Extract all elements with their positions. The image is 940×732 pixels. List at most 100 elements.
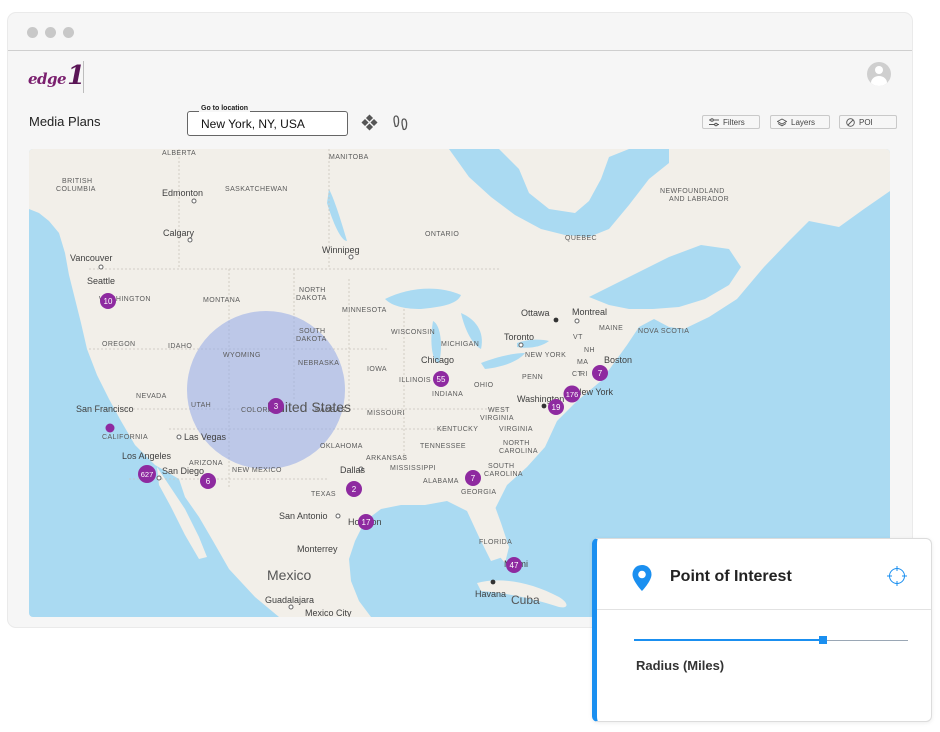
map-label-texas: TEXAS	[311, 491, 336, 498]
page-title: Media Plans	[29, 114, 101, 129]
window-minimize-dot[interactable]	[45, 27, 56, 38]
map-label-montreal: Montreal	[572, 307, 607, 317]
map-label-nebraska: NEBRASKA	[298, 360, 339, 367]
map-label-south-carolina-2: CAROLINA	[484, 471, 523, 478]
map-label-ottawa: Ottawa	[521, 308, 550, 318]
cluster-count: 6	[206, 477, 211, 486]
layers-label: Layers	[791, 117, 816, 127]
cluster-tool-icon[interactable]	[361, 114, 379, 132]
layers-button[interactable]: Layers	[770, 115, 830, 129]
map-label-iowa: IOWA	[367, 366, 387, 373]
cluster-count: 7	[471, 474, 476, 483]
logo-text: edge	[28, 70, 67, 88]
cluster-marker-philadelphia[interactable]: 19	[548, 399, 564, 415]
poi-label: POI	[859, 117, 873, 127]
poi-marker-san-francisco[interactable]	[105, 423, 115, 433]
map-label-new-york: New York	[575, 387, 614, 397]
cluster-marker-new-york[interactable]: 176	[563, 385, 581, 403]
map-label-tennessee: TENNESSEE	[420, 443, 466, 450]
map-label-las-vegas: Las Vegas	[184, 432, 227, 442]
map-label-kentucky: KENTUCKY	[437, 426, 478, 433]
window-close-dot[interactable]	[27, 27, 38, 38]
map-label-utah: UTAH	[191, 402, 211, 409]
map-label-indiana: INDIANA	[432, 391, 463, 398]
map-label-san-diego: San Diego	[162, 466, 204, 476]
map-label-ma: MA	[577, 359, 588, 366]
map-label-chicago: Chicago	[421, 355, 454, 365]
map-label-mexico-city: Mexico City	[305, 608, 352, 617]
map-label-british-2: COLUMBIA	[56, 186, 96, 193]
radius-slider-thumb[interactable]	[819, 636, 827, 644]
map-label-winnipeg: Winnipeg	[322, 245, 360, 255]
user-avatar-icon[interactable]	[867, 62, 891, 86]
map-label-maine: MAINE	[599, 325, 623, 332]
cluster-marker-dallas[interactable]: 2	[346, 481, 362, 497]
cluster-count: 55	[437, 375, 446, 384]
map-label-south-carolina-1: SOUTH	[488, 463, 515, 470]
map-label-dallas: Dallas	[340, 465, 366, 475]
map-label-manitoba: MANITOBA	[329, 154, 369, 161]
map-label-boston: Boston	[604, 355, 632, 365]
cluster-count: 176	[566, 390, 579, 399]
cluster-marker-boston[interactable]: 7	[592, 365, 608, 381]
map-label-florida: FLORIDA	[479, 539, 512, 546]
map-label-wyoming: WYOMING	[223, 352, 261, 359]
map-label-montana: MONTANA	[203, 297, 240, 304]
go-to-location-input[interactable]: Go to location New York, NY, USA	[187, 105, 348, 136]
map-label-havana: Havana	[475, 589, 506, 599]
cluster-marker-seattle[interactable]: 10	[100, 293, 116, 309]
layers-icon	[777, 117, 787, 126]
cluster-marker-colorado[interactable]: 3	[268, 398, 284, 414]
filters-label: Filters	[723, 117, 745, 127]
cluster-count: 17	[362, 518, 371, 527]
map-label-mexico: Mexico	[267, 567, 312, 583]
map-label-ontario: ONTARIO	[425, 231, 459, 238]
cluster-marker-houston[interactable]: 17	[358, 514, 374, 530]
cluster-count: 7	[598, 369, 603, 378]
map-label-nevada: NEVADA	[136, 393, 167, 400]
cluster-count: 2	[352, 485, 357, 494]
map-label-arkansas: ARKANSAS	[366, 455, 407, 462]
map-label-nh: NH	[584, 347, 595, 354]
map-label-seattle: Seattle	[87, 276, 115, 286]
poi-title: Point of Interest	[670, 568, 792, 585]
edge1-logo[interactable]: edge1	[28, 61, 85, 91]
radius-label: Radius (Miles)	[636, 658, 725, 673]
map-label-cuba: Cuba	[511, 593, 540, 607]
map-label-mississippi: MISSISSIPPI	[390, 465, 436, 472]
map-label-los-angeles: Los Angeles	[122, 451, 172, 461]
map-label-illinois: ILLINOIS	[399, 377, 431, 384]
map-label-ohio: OHIO	[474, 382, 494, 389]
filters-button[interactable]: Filters	[702, 115, 760, 129]
cluster-count: 3	[274, 402, 279, 411]
footprints-icon[interactable]	[392, 114, 410, 132]
location-legend: Go to location	[199, 105, 251, 112]
title-bar	[8, 13, 912, 51]
cluster-marker-chicago[interactable]: 55	[433, 371, 449, 387]
cluster-count: 47	[510, 561, 519, 570]
cluster-count: 10	[104, 297, 113, 306]
radius-slider-fill	[634, 639, 823, 641]
map-label-missouri: MISSOURI	[367, 410, 405, 417]
window-maximize-dot[interactable]	[63, 27, 74, 38]
poi-divider	[597, 609, 931, 610]
map-label-wisconsin: WISCONSIN	[391, 329, 435, 336]
map-label-toronto: Toronto	[504, 332, 534, 342]
map-label-british-1: BRITISH	[62, 178, 92, 185]
map-label-virginia: VIRGINIA	[499, 426, 533, 433]
app-window: edge1 Media Plans Go to location New Yor…	[8, 13, 912, 627]
map-label-new-york-state: NEW YORK	[525, 352, 566, 359]
map-label-georgia: GEORGIA	[461, 489, 496, 496]
cluster-marker-los-angeles[interactable]: 627	[138, 465, 156, 483]
map-label-saskatchewan: SASKATCHEWAN	[225, 186, 288, 193]
map-label-quebec: QUEBEC	[565, 235, 597, 242]
poi-button[interactable]: POI	[839, 115, 897, 129]
cluster-marker-miami[interactable]: 47	[506, 557, 522, 573]
crosshair-icon[interactable]	[886, 565, 908, 587]
map-label-vancouver: Vancouver	[70, 253, 112, 263]
map-label-north-carolina-1: NORTH	[503, 440, 530, 447]
cluster-marker-atlanta[interactable]: 7	[465, 470, 481, 486]
map-label-north-dakota-2: DAKOTA	[296, 295, 327, 302]
map-label-west-virginia-1: WEST	[488, 407, 510, 414]
cluster-marker-phoenix[interactable]: 6	[200, 473, 216, 489]
